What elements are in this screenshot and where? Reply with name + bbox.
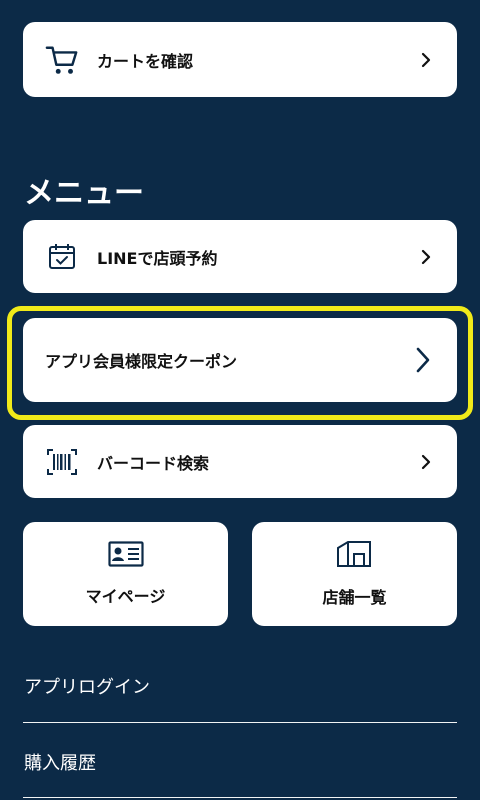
id-card-icon xyxy=(107,541,144,571)
coupon-label: アプリ会員様限定クーポン xyxy=(45,352,238,371)
line-reservation-label: LINEで店頭予約 xyxy=(97,248,218,268)
menu-title: メニュー xyxy=(24,176,144,211)
divider xyxy=(23,797,457,798)
store-icon xyxy=(336,540,374,572)
calendar-check-icon xyxy=(45,240,79,274)
barcode-icon xyxy=(45,445,79,479)
chevron-right-icon xyxy=(411,346,435,374)
cart-label: カートを確認 xyxy=(97,51,194,71)
store-list-label: 店舗一覧 xyxy=(322,588,387,607)
purchase-history-link[interactable]: 購入履歴 xyxy=(24,749,96,775)
divider xyxy=(23,722,457,723)
barcode-search-label: バーコード検索 xyxy=(97,453,210,473)
barcode-search-button[interactable]: バーコード検索 xyxy=(23,425,457,498)
line-reservation-button[interactable]: LINEで店頭予約 xyxy=(23,220,457,293)
mypage-button[interactable]: マイページ xyxy=(23,522,228,626)
cart-button[interactable]: カートを確認 xyxy=(23,22,457,97)
chevron-right-icon xyxy=(417,453,435,471)
coupon-button[interactable]: アプリ会員様限定クーポン xyxy=(23,318,457,402)
store-list-button[interactable]: 店舗一覧 xyxy=(252,522,457,626)
app-login-link[interactable]: アプリログイン xyxy=(24,673,150,699)
cart-icon xyxy=(45,43,79,77)
mypage-label: マイページ xyxy=(85,587,166,606)
chevron-right-icon xyxy=(417,51,435,69)
chevron-right-icon xyxy=(417,248,435,266)
